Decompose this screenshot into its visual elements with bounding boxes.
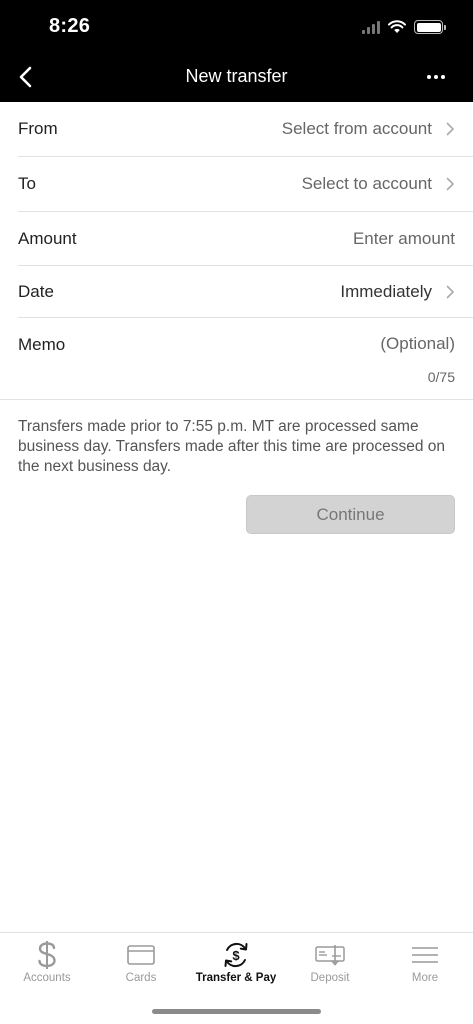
memo-row: Memo 0/75 [0,318,473,400]
cutoff-notice: Transfers made prior to 7:55 p.m. MT are… [18,418,446,475]
tab-deposit[interactable]: Deposit [283,933,377,993]
cellular-signal-icon [362,20,380,34]
from-account-row[interactable]: From Select from account [18,102,473,157]
tab-label: Accounts [23,972,71,984]
to-account-value: Select to account [301,174,432,193]
transfer-icon: $ [221,940,251,970]
date-value-group: Immediately [340,282,455,302]
dot-icon [427,75,431,79]
to-label: To [18,174,36,193]
tab-label: Cards [125,972,157,984]
to-account-row[interactable]: To Select to account [18,157,473,212]
tab-label: More [411,972,439,984]
dot-icon [434,75,438,79]
dollar-icon [36,940,58,970]
tab-cards[interactable]: Cards [94,933,188,993]
from-value-group: Select from account [282,119,455,139]
card-icon [127,940,155,970]
status-bar: 8:26 [0,0,473,54]
amount-row[interactable]: Amount Enter amount [18,212,473,266]
memo-input[interactable] [195,334,455,354]
chevron-right-icon [446,122,454,136]
to-value-group: Select to account [302,174,455,194]
date-row[interactable]: Date Immediately [18,266,473,318]
date-label: Date [18,281,54,301]
transfer-form: From Select from account To Select to ac… [0,102,473,400]
from-account-value: Select from account [281,119,432,138]
tab-label: Deposit [310,972,350,984]
battery-icon [414,20,446,34]
page-title: New transfer [185,66,288,86]
chevron-right-icon [446,177,454,191]
status-icons [362,17,446,37]
tab-transfer-pay[interactable]: $ Transfer & Pay [189,933,283,993]
svg-text:$: $ [232,948,240,963]
memo-label: Memo [18,335,66,354]
menu-icon [411,940,439,970]
amount-input[interactable]: Enter amount [353,229,455,249]
chevron-right-icon [446,285,454,298]
amount-label: Amount [18,228,77,248]
tab-label: Transfer & Pay [195,972,277,984]
from-label: From [18,119,58,138]
home-indicator [152,1009,321,1014]
dot-icon [441,75,445,79]
memo-character-counter: 0/75 [427,369,455,385]
nav-bar: New transfer [0,54,473,102]
continue-button[interactable]: Continue [246,495,455,534]
check-deposit-icon [315,940,345,970]
tab-more[interactable]: More [378,933,472,993]
wifi-icon [388,20,406,33]
app-header: 8:26 New transfer [0,0,473,102]
tab-accounts[interactable]: Accounts [0,933,94,993]
status-time: 8:26 [49,15,91,37]
more-options-button[interactable] [419,62,453,92]
date-value: Immediately [340,281,432,301]
